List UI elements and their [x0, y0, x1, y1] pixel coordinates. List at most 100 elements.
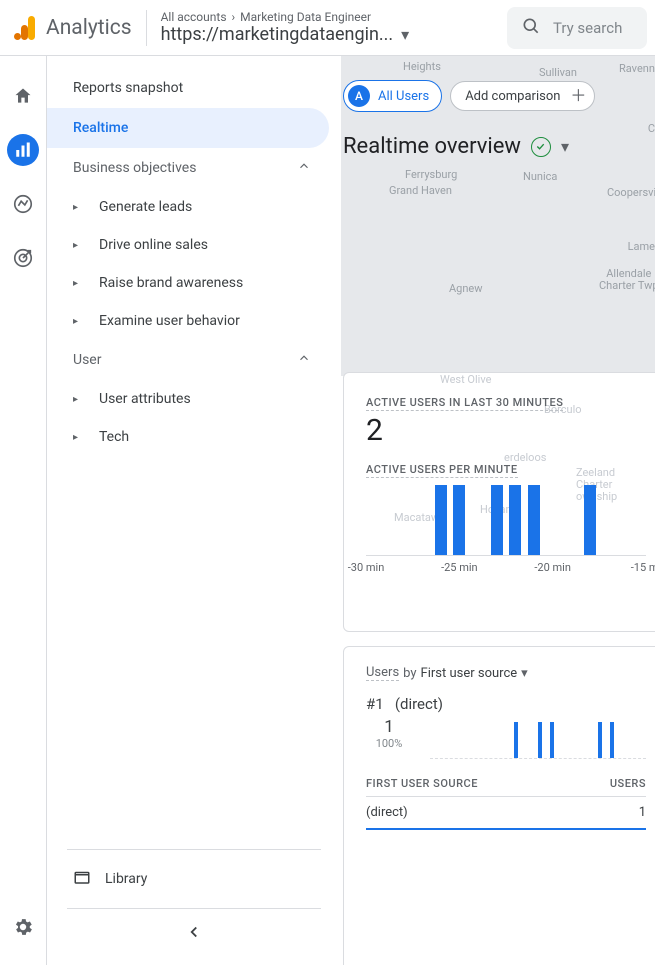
sidebar-item-label: User attributes [99, 391, 191, 407]
col-users: USERS [610, 777, 646, 790]
map-label: Nunica [523, 170, 557, 183]
status-ok-icon[interactable] [531, 137, 551, 157]
breadcrumb-accounts: All accounts [161, 10, 227, 24]
sidebar-item-user-attributes[interactable]: ▸ User attributes [47, 380, 341, 418]
map-label: Ferrysburg [405, 168, 457, 181]
rail-advertising[interactable] [7, 242, 39, 274]
map-label: Heights [403, 60, 441, 73]
chart-bar [550, 722, 554, 758]
sidebar-item-tech[interactable]: ▸ Tech [47, 418, 341, 456]
section-label: Business objectives [73, 160, 196, 176]
caret-right-icon: ▸ [73, 316, 81, 327]
caret-right-icon: ▸ [73, 240, 81, 251]
page-title-row: Realtime overview ▾ [343, 134, 569, 159]
sidebar-item-label: Examine user behavior [99, 313, 240, 329]
sidebar-item-generate-leads[interactable]: ▸ Generate leads [47, 188, 341, 226]
chart-bar [528, 485, 540, 555]
map-label: Lame [628, 240, 655, 253]
chip-badge: A [348, 85, 370, 107]
product-logo[interactable]: Analytics [14, 16, 132, 40]
chart-xtick: -25 min [441, 561, 478, 574]
library-label: Library [105, 871, 147, 887]
spark-metric: 1 100% [366, 717, 412, 750]
chip-add-comparison[interactable]: Add comparison ＋ [450, 81, 595, 111]
library-icon [73, 868, 91, 890]
chart-bar [491, 485, 503, 555]
map-label: Sullivan [539, 66, 577, 79]
caret-down-icon: ▾ [521, 666, 528, 681]
map-label: Ravenna [619, 62, 655, 75]
map-label: Coopersvill [607, 186, 655, 199]
product-name: Analytics [46, 16, 132, 40]
caret-right-icon: ▸ [73, 432, 81, 443]
page-title: Realtime overview [343, 134, 521, 159]
sidebar-item-label: Reports snapshot [73, 80, 183, 96]
rail-explore[interactable] [7, 188, 39, 220]
sidebar-library[interactable]: Library [67, 850, 321, 908]
sidebar-item-label: Drive online sales [99, 237, 208, 253]
search-input[interactable]: Try search [507, 7, 647, 49]
chart-bar [538, 722, 542, 758]
dimension-name: First user source [421, 666, 518, 681]
map-label: Allendale Charter Twp [599, 268, 655, 292]
metric-value-active-users: 2 [366, 413, 646, 448]
caret-down-icon: ▾ [401, 25, 409, 44]
rank-number: #1 [366, 695, 384, 713]
sidebar-item-label: Raise brand awareness [99, 275, 243, 291]
caret-right-icon: ▸ [73, 202, 81, 213]
sidebar-section-business[interactable]: Business objectives [47, 148, 329, 188]
card-active-users: West Olive Borculo erdeloos Macatawa Hol… [343, 372, 655, 632]
rank-row: #1 (direct) [366, 695, 646, 713]
search-placeholder: Try search [553, 19, 622, 37]
sidebar-item-examine-user-behavior[interactable]: ▸ Examine user behavior [47, 302, 341, 340]
chevron-up-icon [297, 351, 311, 369]
map-label: C [648, 122, 655, 135]
chart-bar [584, 485, 596, 555]
chip-label: Add comparison [465, 89, 560, 104]
plus-icon: ＋ [570, 88, 586, 104]
rank-value: (direct) [395, 695, 443, 713]
rail-reports[interactable] [7, 134, 39, 166]
sidebar-reports-snapshot[interactable]: Reports snapshot [47, 68, 329, 108]
breadcrumb-property: Marketing Data Engineer [240, 10, 371, 24]
metric-label-30min: ACTIVE USERS IN LAST 30 MINUTES [366, 396, 563, 411]
chart-bar [514, 722, 518, 758]
nav-rail [0, 56, 47, 965]
sidebar-realtime[interactable]: Realtime [47, 108, 329, 148]
col-dimension: FIRST USER SOURCE [366, 777, 478, 790]
property-name: https://marketingdataengin... [161, 24, 394, 45]
sidebar-collapse-button[interactable] [67, 908, 321, 965]
spark-value: 1 [384, 717, 394, 737]
sidebar-item-label: Realtime [73, 120, 128, 136]
chip-label: All Users [378, 89, 429, 104]
sidebar-section-user[interactable]: User [47, 340, 329, 380]
app-header: Analytics All accounts › Marketing Data … [0, 0, 655, 56]
spark-percent: 100% [376, 737, 403, 750]
search-icon [521, 16, 541, 40]
sidebar-item-drive-online-sales[interactable]: ▸ Drive online sales [47, 226, 341, 264]
caret-down-icon[interactable]: ▾ [561, 137, 569, 156]
chart-xtick: -20 min [534, 561, 571, 574]
breadcrumb: All accounts › Marketing Data Engineer [161, 10, 493, 24]
chart-source-sparkline [430, 717, 646, 759]
dimension-title[interactable]: Users by First user source ▾ [366, 665, 646, 681]
chip-all-users[interactable]: A All Users [343, 80, 442, 112]
reports-sidebar: Reports snapshot Realtime Business objec… [47, 56, 341, 965]
chart-bar [610, 722, 614, 758]
property-picker[interactable]: All accounts › Marketing Data Engineer h… [161, 10, 493, 45]
chart-active-users-per-minute: -30 min-25 min-20 min-15 mi [366, 484, 646, 574]
chevron-right-icon: › [232, 10, 236, 24]
rail-admin[interactable] [7, 911, 39, 943]
section-label: User [73, 352, 101, 368]
cell-value: 1 [639, 805, 646, 820]
map-label-ghost: West Olive [440, 373, 491, 386]
map-label: Agnew [449, 282, 483, 295]
chevron-up-icon [297, 159, 311, 177]
sidebar-item-raise-brand-awareness[interactable]: ▸ Raise brand awareness [47, 264, 341, 302]
table-row[interactable]: (direct) 1 [366, 797, 646, 830]
rail-home[interactable] [7, 80, 39, 112]
card-users-by-source: Users by First user source ▾ #1 (direct)… [343, 646, 655, 965]
map-label: Grand Haven [389, 184, 452, 197]
chart-bar [509, 485, 521, 555]
table-header: FIRST USER SOURCE USERS [366, 777, 646, 797]
